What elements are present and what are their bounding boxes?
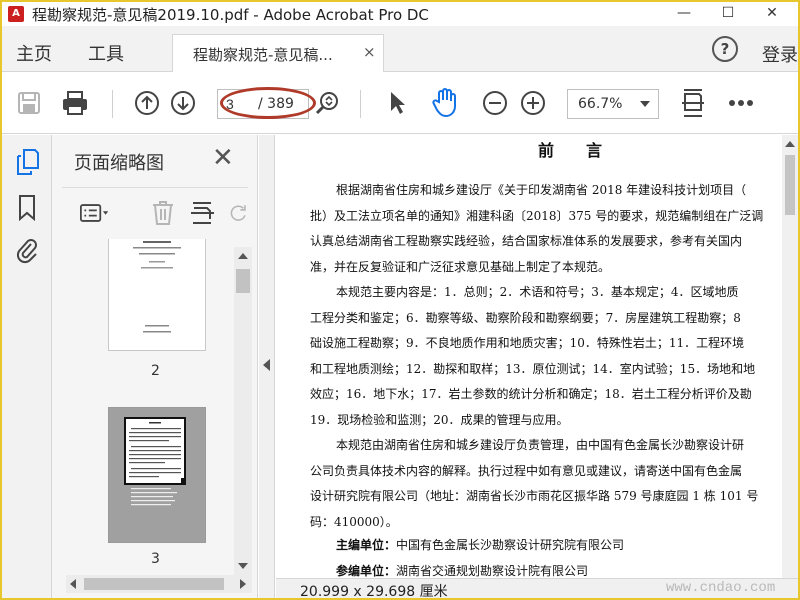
chevron-down-icon	[640, 101, 650, 107]
zoom-level-value: 66.7%	[578, 96, 623, 112]
page-thumbnails-icon[interactable]	[12, 147, 42, 177]
site-watermark: www.cndao.com	[666, 580, 776, 596]
document-text-line: 19．现场检验和监测；20．成果的管理与应用。	[310, 412, 569, 427]
document-text-line: 效应；16．地下水；17．岩土参数的统计分析和确定；18．岩土工程分析评价及勘	[310, 387, 752, 401]
zoom-in-icon[interactable]	[518, 88, 548, 118]
close-panel-icon[interactable]: ✕	[212, 143, 234, 173]
maximize-button[interactable]: ☐	[706, 2, 750, 26]
navigation-rail	[2, 135, 52, 598]
rotate-page-icon[interactable]	[228, 198, 248, 228]
scrollbar-thumb[interactable]	[84, 578, 224, 590]
save-icon[interactable]	[14, 88, 44, 118]
thumbnail-options-icon[interactable]	[80, 198, 110, 228]
minimize-button[interactable]: —	[662, 2, 706, 26]
thumbnails-vertical-scrollbar[interactable]	[234, 247, 252, 577]
zoom-scroll-icon[interactable]	[312, 88, 342, 118]
document-text-line: 和工程地质测绘；12．勘探和取样；13．原位测试；14．室内试验；15．场地和地	[310, 361, 756, 376]
document-vertical-scrollbar[interactable]	[782, 135, 798, 578]
document-text-line: 本规范主要内容是：1．总则；2．术语和符号；3．基本规定；4．区域地质	[336, 285, 739, 299]
login-button[interactable]: 登录	[762, 41, 798, 67]
document-text-line: 码：410000）。	[310, 514, 398, 529]
hand-tool-icon[interactable]	[430, 88, 460, 118]
acrobat-app-icon: A	[8, 6, 24, 22]
document-heading: 前言	[538, 141, 635, 160]
co-editor-value: 湖南省交通规划勘察设计院有限公司	[396, 564, 589, 578]
thumbnails-horizontal-scrollbar[interactable]	[66, 575, 252, 593]
document-text-line: 础设施工程勘察；9．不良地质作用和地质灾害；10．特殊性岩土；11．工程环境	[310, 336, 745, 350]
delete-page-icon[interactable]	[148, 198, 178, 228]
document-tab[interactable]: 程勘察规范-意见稿... ×	[172, 34, 384, 72]
page-total-label: / 389	[258, 96, 294, 112]
document-text-line: 本规范由湖南省住房和城乡建设厅负责管理，由中国有色金属长沙勘察设计研	[336, 438, 745, 452]
more-options-icon[interactable]	[726, 88, 756, 118]
thumbnail-list: 2 3	[52, 239, 232, 575]
document-text-line: 公司负责具体技术内容的解释。执行过程中如有意见或建议，请寄送中国有色金属	[310, 463, 743, 478]
document-text-line: 设计研究院有限公司（地址：湖南省长沙市雨花区振华路 579 号康庭园 1 栋 1…	[310, 489, 759, 503]
document-view[interactable]: 前言 根据湖南省住房和城乡建设厅《关于印发湖南省 2018 年建设科技计划项目（…	[276, 135, 798, 578]
co-editor-label: 参编单位：	[336, 564, 397, 578]
next-page-icon[interactable]	[168, 88, 198, 118]
toolbar-separator	[360, 90, 361, 118]
document-tab-label: 程勘察规范-意见稿...	[193, 46, 333, 64]
zoom-level-select[interactable]: 66.7%	[567, 89, 659, 119]
fit-page-icon[interactable]	[678, 88, 708, 118]
toolbar-separator	[112, 90, 113, 118]
scroll-left-icon[interactable]	[70, 579, 76, 589]
page-dimensions: 20.999 x 29.698 厘米	[300, 584, 448, 600]
document-text-line: 认真总结湖南省工程勘察实践经验，结合国家标准体系的发展要求，参考有关国内	[310, 234, 743, 248]
chief-editor-line: 主编单位：中国有色金属长沙勘察设计研究院有限公司	[336, 536, 624, 553]
page-number-input[interactable]	[218, 90, 254, 118]
bookmark-icon[interactable]	[12, 193, 42, 223]
document-text-line: 根据湖南省住房和城乡建设厅《关于印发湖南省 2018 年建设科技计划项目（	[336, 183, 747, 197]
scrollbar-thumb[interactable]	[785, 155, 795, 215]
tab-close-icon[interactable]: ×	[363, 43, 376, 61]
scroll-up-icon[interactable]	[238, 253, 248, 259]
thumbnails-toolbar	[62, 187, 248, 237]
document-text-line: 准，并在反复验证和广泛征求意见基础上制定了本规范。	[310, 259, 611, 274]
thumbnail-page-label: 3	[151, 551, 160, 567]
panel-collapse-handle[interactable]	[259, 135, 275, 598]
attachment-icon[interactable]	[12, 235, 42, 265]
menu-bar: 主页 工具 程勘察规范-意见稿... × ? 登录	[2, 26, 798, 72]
chief-editor-label: 主编单位：	[336, 538, 397, 552]
scroll-right-icon[interactable]	[240, 579, 246, 589]
collapse-arrow-icon	[263, 359, 270, 371]
thumbnail-page[interactable]	[108, 239, 206, 351]
close-window-button[interactable]: ✕	[750, 2, 794, 26]
document-text-line: 工程分类和鉴定；6．勘察等级、勘察阶段和勘察纲要；7．房屋建筑工程勘察；8	[310, 310, 741, 325]
title-bar: A 程勘察规范-意见稿2019.10.pdf - Adobe Acrobat P…	[2, 2, 798, 26]
page-number-box: / 389	[217, 89, 309, 119]
document-text-line: 批）及工法立项名单的通知》湘建科函〔2018〕375 号的要求，规范编制组在广泛…	[310, 208, 764, 223]
scroll-up-icon[interactable]	[785, 141, 795, 147]
thumbnail-page-selected[interactable]	[108, 407, 206, 543]
home-menu[interactable]: 主页	[16, 40, 52, 66]
co-editor-line: 参编单位：湖南省交通规划勘察设计院有限公司	[336, 562, 588, 578]
tools-menu[interactable]: 工具	[88, 40, 124, 66]
thumbnails-panel-title: 页面缩略图	[74, 153, 164, 174]
thumbnail-page-label: 2	[151, 363, 160, 379]
scrollbar-thumb[interactable]	[236, 269, 250, 293]
print-icon[interactable]	[60, 88, 90, 118]
thumbnails-panel: 页面缩略图 ✕ 2 3	[52, 135, 258, 598]
chief-editor-value: 中国有色金属长沙勘察设计研究院有限公司	[396, 538, 625, 552]
select-arrow-icon[interactable]	[382, 88, 412, 118]
zoom-out-icon[interactable]	[480, 88, 510, 118]
help-icon[interactable]: ?	[712, 36, 738, 62]
previous-page-icon[interactable]	[132, 88, 162, 118]
scroll-down-icon[interactable]	[238, 563, 248, 569]
window-title: 程勘察规范-意见稿2019.10.pdf - Adobe Acrobat Pro…	[32, 6, 429, 24]
app-window: A 程勘察规范-意见稿2019.10.pdf - Adobe Acrobat P…	[0, 0, 800, 600]
insert-page-icon[interactable]	[188, 198, 218, 228]
toolbar: / 389 66.7%	[2, 72, 798, 134]
